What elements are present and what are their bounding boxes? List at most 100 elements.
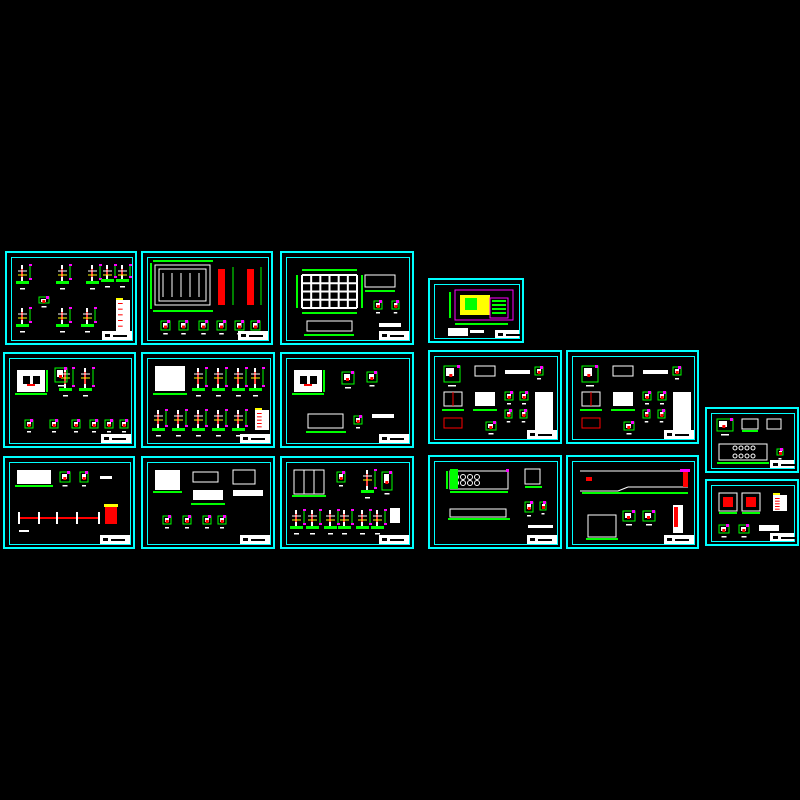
- notes-line: [257, 426, 262, 428]
- marker: [52, 424, 56, 427]
- beam-elevation: [306, 320, 353, 332]
- drawing-sheet-site-plan[interactable]: [428, 278, 524, 343]
- label-bar: [185, 527, 189, 529]
- drawing-sheet-tank-sections-2[interactable]: [280, 352, 414, 448]
- notes-text: [528, 525, 553, 528]
- marker: [30, 419, 33, 422]
- notes-line: [775, 498, 780, 499]
- drawing-sheet-foundation-plan[interactable]: [141, 251, 273, 345]
- tank-cell: [738, 453, 744, 459]
- title-block: [100, 535, 130, 544]
- marker: [374, 371, 377, 374]
- drawing-sheet-pipeline-profile[interactable]: [566, 455, 699, 549]
- marker: [262, 367, 265, 369]
- notes-header: [773, 493, 780, 495]
- drawing-sheet-pool-details-1[interactable]: [428, 350, 562, 444]
- marker: [319, 523, 322, 525]
- marker: [220, 520, 224, 523]
- marker: [524, 409, 527, 412]
- label-bar: [522, 403, 526, 405]
- marker: [129, 264, 132, 266]
- footing: [249, 388, 262, 391]
- marker: [225, 385, 228, 387]
- drawing-sheet-tank-sections-1[interactable]: [3, 352, 136, 448]
- pool-detail: [581, 417, 601, 429]
- drawing-sheet-tank-plan-small[interactable]: [705, 407, 799, 473]
- title-block: [101, 434, 131, 443]
- marker: [359, 415, 362, 418]
- marker: [63, 477, 67, 480]
- title-block: [240, 535, 270, 544]
- label-bar: [646, 524, 652, 526]
- label-bar: [586, 385, 594, 387]
- section-fill: [218, 269, 225, 305]
- marker: [493, 421, 496, 424]
- marker: [205, 320, 208, 323]
- label-bar: [92, 431, 96, 433]
- label-bar: [20, 288, 25, 290]
- section: [524, 468, 541, 485]
- marker: [125, 419, 128, 422]
- marker: [245, 367, 248, 369]
- marker: [72, 367, 75, 369]
- label-bar: [62, 485, 68, 487]
- marker: [337, 523, 340, 525]
- label-bar: [27, 431, 31, 433]
- marker: [627, 516, 630, 519]
- tank-outline: [449, 470, 509, 490]
- marker: [245, 409, 248, 411]
- drawing-sheet-column-details-2[interactable]: [141, 352, 275, 448]
- marker: [543, 501, 546, 504]
- notes-line: [775, 503, 780, 505]
- marker: [205, 425, 208, 427]
- drawing-sheet-long-section[interactable]: [3, 456, 135, 549]
- label-bar: [448, 385, 456, 387]
- drawing-sheet-tank-plan-2[interactable]: [428, 455, 562, 549]
- marker: [303, 509, 306, 511]
- marker: [220, 325, 223, 329]
- marker: [114, 264, 117, 266]
- label-bar: [328, 533, 333, 535]
- marker: [645, 396, 649, 399]
- drawing-sheet-column-details-3[interactable]: [705, 479, 799, 546]
- drawing-sheet-tank-plan-1[interactable]: [141, 456, 275, 549]
- chamber-section: [587, 514, 617, 538]
- footing: [371, 526, 384, 529]
- drawing-sheet-pool-details-2[interactable]: [566, 350, 699, 444]
- marker: [339, 477, 343, 480]
- marker: [457, 365, 460, 368]
- drawing-sheet-column-details-1[interactable]: [5, 251, 137, 345]
- marker: [449, 374, 453, 377]
- marker: [384, 523, 387, 525]
- label-bar: [645, 403, 649, 405]
- marker: [223, 515, 226, 518]
- drawing-sheet-section-details[interactable]: [280, 456, 414, 549]
- label-bar: [181, 333, 186, 335]
- label-bar: [74, 431, 78, 433]
- label-bar: [356, 427, 360, 429]
- tank-cell: [750, 445, 756, 451]
- marker: [82, 477, 86, 480]
- marker: [165, 520, 169, 523]
- label-bar: [369, 385, 375, 387]
- marker: [69, 278, 72, 280]
- marker: [627, 426, 631, 429]
- cad-mark: [310, 376, 317, 384]
- marker: [384, 509, 387, 511]
- marker: [369, 509, 372, 511]
- marker: [225, 367, 228, 369]
- label-bar: [339, 485, 343, 487]
- section: [474, 365, 496, 377]
- marker: [64, 367, 67, 370]
- sheet-drawing: [15, 367, 129, 433]
- marker: [632, 510, 635, 513]
- sheet-drawing: [153, 469, 263, 529]
- cad-mark: [746, 497, 756, 507]
- marker: [351, 371, 354, 374]
- drawing-sheet-beam-grid-plan[interactable]: [280, 251, 414, 345]
- title-block: [770, 460, 795, 468]
- marker: [85, 471, 88, 474]
- label-bar: [721, 434, 729, 436]
- marker: [107, 424, 111, 427]
- marker: [527, 507, 531, 510]
